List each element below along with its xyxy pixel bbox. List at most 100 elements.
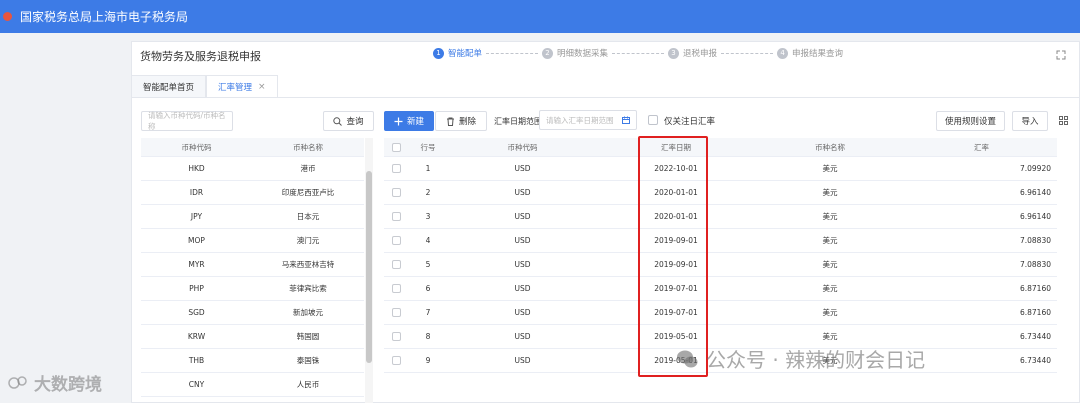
currency-name-cell: 港币 — [300, 164, 316, 173]
row-number-cell: 7 — [425, 308, 431, 317]
tab-exchange-rate[interactable]: 汇率管理 × — [206, 75, 278, 97]
step-result-query[interactable]: 4 申报结果查询 — [777, 47, 843, 59]
row-number-cell: 9 — [425, 356, 431, 365]
table-row[interactable]: 6 USD 2019-07-01 美元 6.87160 — [384, 277, 1057, 301]
table-row[interactable]: KRW 韩国圆 — [141, 325, 364, 349]
table-row[interactable]: 5 USD 2019-09-01 美元 7.08830 — [384, 253, 1057, 277]
watermark-dashu: 大数跨境 — [8, 370, 102, 395]
currency-search-input[interactable]: 请输入币种代码/币种名称 — [141, 111, 233, 131]
row-number-cell: 2 — [425, 188, 431, 197]
table-row[interactable]: SGD 新加坡元 — [141, 301, 364, 325]
table-row[interactable]: IDR 印度尼西亚卢比 — [141, 181, 364, 205]
scrollbar-thumb[interactable] — [366, 171, 372, 363]
table-row[interactable]: 1 USD 2022-10-01 美元 7.09920 — [384, 157, 1057, 181]
currency-code-cell: USD — [514, 284, 531, 293]
table-row[interactable]: HKD 港币 — [141, 157, 364, 181]
currency-code-cell: USD — [514, 260, 531, 269]
watermark-wechat: 公众号 · 辣辣的财会日记 — [676, 344, 925, 373]
table-row[interactable]: 7 USD 2019-07-01 美元 6.87160 — [384, 301, 1057, 325]
close-icon[interactable]: × — [258, 82, 266, 92]
currency-code-cell: IDR — [189, 188, 204, 197]
column-settings-icon[interactable] — [1059, 116, 1068, 125]
table-row[interactable]: MYR 马来西亚林吉特 — [141, 253, 364, 277]
currency-code-cell: THB — [188, 356, 205, 365]
step-separator — [612, 52, 665, 54]
plus-icon — [394, 117, 403, 125]
row-checkbox[interactable] — [392, 236, 401, 245]
row-checkbox[interactable] — [392, 260, 401, 269]
brand-logo-icon — [8, 375, 27, 389]
row-checkbox[interactable] — [392, 332, 401, 341]
currency-code-cell: USD — [514, 164, 531, 173]
table-row[interactable]: 2 USD 2020-01-01 美元 6.96140 — [384, 181, 1057, 205]
currency-code-cell: USD — [514, 308, 531, 317]
row-checkbox[interactable] — [392, 164, 401, 173]
search-icon — [333, 116, 343, 126]
select-all-checkbox[interactable] — [392, 142, 401, 152]
highlight-rate-date-column — [638, 136, 708, 377]
module-title: 货物劳务及服务退税申报 — [140, 50, 261, 63]
currency-name-cell: 美元 — [822, 284, 838, 293]
tab-smart-home[interactable]: 智能配单首页 — [131, 75, 207, 97]
currency-code-cell: USD — [514, 236, 531, 245]
table-row[interactable]: THB 泰国铢 — [141, 349, 364, 373]
rate-cell: 6.96140 — [1019, 212, 1051, 221]
rules-settings-button[interactable]: 使用规则设置 — [936, 111, 1005, 131]
currency-code-cell: SGD — [188, 308, 205, 317]
fullscreen-icon[interactable] — [1056, 50, 1066, 60]
row-checkbox[interactable] — [392, 308, 401, 317]
query-button[interactable]: 查询 — [323, 111, 374, 131]
currency-name-cell: 泰国铢 — [296, 356, 320, 365]
row-number-cell: 5 — [425, 260, 431, 269]
rate-cell: 6.73440 — [1019, 332, 1051, 341]
currency-code-cell: HKD — [188, 164, 205, 173]
date-range-input[interactable]: 请输入汇率日期范围 — [539, 110, 637, 130]
rate-cell: 6.87160 — [1019, 308, 1051, 317]
row-checkbox[interactable] — [392, 212, 401, 221]
date-range-label: 汇率日期范围 — [494, 117, 542, 126]
currency-name-cell: 印度尼西亚卢比 — [281, 188, 335, 197]
tax-logo-icon — [3, 12, 12, 21]
currency-name-cell: 人民币 — [296, 380, 320, 389]
table-row[interactable]: PHP 菲律宾比索 — [141, 277, 364, 301]
row-number-cell: 3 — [425, 212, 431, 221]
only-daily-rate-checkbox[interactable] — [648, 115, 658, 125]
row-number-cell: 6 — [425, 284, 431, 293]
scrollbar[interactable] — [365, 138, 373, 403]
top-header-bar: 国家税务总局上海市电子税务局 — [0, 0, 1080, 33]
table-row[interactable]: JPY 日本元 — [141, 205, 364, 229]
currency-name-cell: 日本元 — [296, 212, 320, 221]
table-row[interactable]: MOP 澳门元 — [141, 229, 364, 253]
progress-steps: 1 智能配单 2 明细数据采集 3 退税申报 4 申报结果查询 — [433, 47, 843, 59]
currency-code-cell: CNY — [188, 380, 205, 389]
currency-name-cell: 新加坡元 — [293, 308, 323, 317]
new-button[interactable]: 新建 — [384, 111, 434, 131]
row-checkbox[interactable] — [392, 356, 401, 365]
step-separator — [721, 52, 774, 54]
currency-name-cell: 美元 — [822, 188, 838, 197]
site-title: 国家税务总局上海市电子税务局 — [20, 10, 189, 24]
currency-name-cell: 美元 — [822, 212, 838, 221]
table-row[interactable]: 3 USD 2020-01-01 美元 6.96140 — [384, 205, 1057, 229]
currency-code-cell: USD — [514, 188, 531, 197]
currency-name-cell: 菲律宾比索 — [289, 284, 327, 293]
currency-code-cell: JPY — [190, 212, 203, 221]
currency-code-cell: USD — [514, 332, 531, 341]
row-checkbox[interactable] — [392, 284, 401, 293]
currency-code-cell: USD — [514, 212, 531, 221]
only-daily-rate-label: 仅关注日汇率 — [664, 117, 716, 127]
import-button[interactable]: 导入 — [1012, 111, 1048, 131]
row-checkbox[interactable] — [392, 188, 401, 197]
rate-cell: 7.09920 — [1019, 164, 1051, 173]
table-row[interactable]: CNY 人民币 — [141, 373, 364, 397]
row-number-cell: 1 — [425, 164, 431, 173]
delete-button[interactable]: 删除 — [435, 111, 487, 131]
rate-cell: 7.08830 — [1019, 236, 1051, 245]
currency-code-cell: USD — [514, 356, 531, 365]
row-number-cell: 8 — [425, 332, 431, 341]
table-row[interactable]: 4 USD 2019-09-01 美元 7.08830 — [384, 229, 1057, 253]
currency-code-cell: MYR — [188, 260, 205, 269]
step-refund-declaration[interactable]: 3 退税申报 — [668, 47, 717, 59]
step-detail-collection[interactable]: 2 明细数据采集 — [542, 47, 608, 59]
step-smart-matching[interactable]: 1 智能配单 — [433, 47, 482, 59]
